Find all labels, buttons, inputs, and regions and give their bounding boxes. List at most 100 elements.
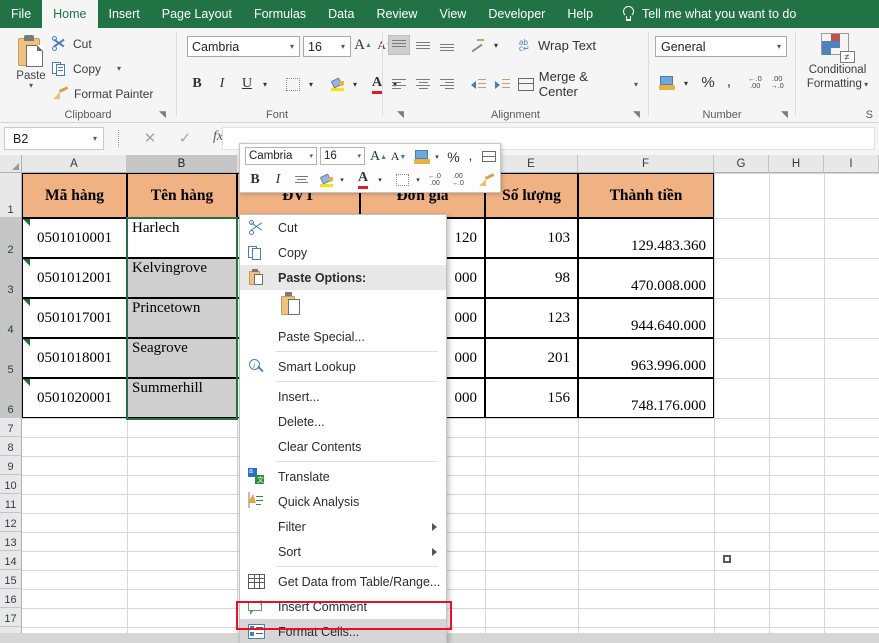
mini-borders-caret-icon[interactable]: ▾	[413, 172, 423, 187]
context-menu-item-insert-comment[interactable]: + Insert Comment	[240, 594, 446, 619]
mini-accounting-caret-icon[interactable]: ▾	[432, 149, 442, 164]
row-header-5[interactable]: 5	[0, 338, 22, 378]
underline-dropdown-caret-icon[interactable]: ▾	[259, 76, 271, 92]
cut-button[interactable]: Cut	[52, 36, 92, 51]
number-dialog-launcher[interactable]: ◥	[779, 109, 790, 120]
select-all-corner[interactable]	[0, 155, 22, 173]
context-menu-item-filter[interactable]: Filter	[240, 514, 446, 539]
paste-keep-formatting-icon[interactable]	[280, 292, 306, 320]
column-header-a[interactable]: A	[22, 155, 127, 173]
tab-help[interactable]: Help	[556, 0, 604, 28]
mini-increase-decimal-button[interactable]: ←.0.00	[428, 170, 448, 190]
context-menu-item-cut[interactable]: Cut	[240, 215, 446, 240]
cell-a5[interactable]: 0501018001	[22, 338, 127, 378]
mini-italic-button[interactable]: I	[269, 170, 287, 190]
orientation-dropdown-caret-icon[interactable]: ▾	[490, 37, 502, 53]
copy-dropdown-caret-icon[interactable]: ▾	[117, 65, 121, 72]
check-icon[interactable]: ✓	[175, 129, 195, 147]
cell-e5[interactable]: 201	[485, 338, 578, 378]
wrap-text-button[interactable]: abc↵ Wrap Text	[518, 35, 628, 55]
mini-accounting-format-button[interactable]	[412, 147, 432, 166]
number-format-caret-icon[interactable]: ▾	[777, 42, 781, 51]
tab-data[interactable]: Data	[317, 0, 365, 28]
accounting-dropdown-caret-icon[interactable]: ▾	[680, 75, 692, 91]
mini-font-name-input[interactable]: Cambria ▾	[245, 147, 317, 165]
context-menu-item-sort[interactable]: Sort	[240, 539, 446, 564]
mini-font-size-input[interactable]: 16 ▾	[320, 147, 365, 165]
row-header-10[interactable]: 10	[0, 475, 22, 494]
fill-color-button[interactable]	[327, 74, 347, 94]
context-menu-item-smart-lookup[interactable]: i Smart Lookup	[240, 354, 446, 379]
clipboard-dialog-launcher[interactable]: ◥	[157, 109, 168, 120]
borders-button[interactable]	[283, 74, 303, 94]
close-icon[interactable]: ✕	[140, 129, 160, 147]
increase-indent-button[interactable]	[491, 74, 513, 94]
alignment-dialog-launcher[interactable]: ◥	[631, 109, 642, 120]
row-header-8[interactable]: 8	[0, 437, 22, 456]
mini-increase-font-size-button[interactable]: A▲	[370, 147, 387, 166]
cell-e2[interactable]: 103	[485, 218, 578, 258]
mini-align-center-button[interactable]	[292, 170, 312, 190]
cell-f2[interactable]: 129.483.360	[578, 218, 714, 258]
cell-f3[interactable]: 470.008.000	[578, 258, 714, 298]
mini-comma-button[interactable]: ,	[464, 145, 477, 164]
tab-page-layout[interactable]: Page Layout	[151, 0, 243, 28]
number-format-select[interactable]: General ▾	[655, 36, 787, 57]
cell-b3[interactable]: Kelvingrove	[127, 258, 237, 298]
row-header-15[interactable]: 15	[0, 570, 22, 589]
cell-a2[interactable]: 0501010001	[22, 218, 127, 258]
font-name-caret-icon[interactable]: ▾	[290, 42, 294, 51]
orientation-button[interactable]	[467, 35, 489, 55]
cell-f1[interactable]: Thành tiền	[578, 173, 714, 218]
cell-e6[interactable]: 156	[485, 378, 578, 418]
cell-e4[interactable]: 123	[485, 298, 578, 338]
row-header-2[interactable]: 2	[0, 218, 22, 258]
align-bottom-button[interactable]	[436, 35, 458, 55]
mini-percent-button[interactable]: %	[445, 147, 462, 166]
paste-button[interactable]: Paste ▾	[8, 33, 54, 105]
align-right-button[interactable]	[436, 74, 458, 94]
italic-button[interactable]: I	[212, 74, 232, 94]
paste-dropdown-caret-icon[interactable]: ▾	[8, 82, 54, 89]
tell-me-box[interactable]: Tell me what you want to do	[604, 0, 796, 28]
column-header-i[interactable]: I	[824, 155, 879, 173]
tab-insert[interactable]: Insert	[98, 0, 151, 28]
font-size-caret-icon[interactable]: ▾	[341, 42, 345, 51]
cell-f4[interactable]: 944.640.000	[578, 298, 714, 338]
mini-bold-button[interactable]: B	[246, 170, 264, 190]
row-header-7[interactable]: 7	[0, 418, 22, 437]
align-left-button[interactable]	[388, 74, 410, 94]
align-top-button[interactable]	[388, 35, 410, 55]
merge-dropdown-caret-icon[interactable]: ▾	[634, 81, 638, 88]
row-header-1[interactable]: 1	[0, 173, 22, 218]
tab-home[interactable]: Home	[42, 0, 97, 28]
decrease-indent-button[interactable]	[467, 74, 489, 94]
name-box-caret-icon[interactable]: ▾	[93, 134, 97, 143]
context-menu-item-format-cells[interactable]: Format Cells...	[240, 619, 446, 643]
mini-fill-color-button[interactable]	[316, 170, 336, 190]
copy-button[interactable]: Copy ▾	[52, 61, 121, 76]
column-header-f[interactable]: F	[578, 155, 714, 173]
row-header-12[interactable]: 12	[0, 513, 22, 532]
column-header-h[interactable]: H	[769, 155, 824, 173]
context-menu-item-insert[interactable]: Insert...	[240, 384, 446, 409]
comma-style-button[interactable]: ,	[721, 70, 737, 92]
row-header-14[interactable]: 14	[0, 551, 22, 570]
font-name-input[interactable]: Cambria ▾	[187, 36, 300, 57]
context-menu-item-translate[interactable]: a 文 Translate	[240, 464, 446, 489]
mini-font-color-caret-icon[interactable]: ▾	[375, 172, 385, 187]
tab-developer[interactable]: Developer	[477, 0, 556, 28]
mini-decrease-font-size-button[interactable]: A▼	[390, 147, 407, 166]
bold-button[interactable]: B	[187, 74, 207, 94]
mini-borders-button[interactable]	[392, 170, 412, 190]
cell-b2[interactable]: Harlech	[127, 218, 237, 258]
conditional-formatting-caret-icon[interactable]: ▾	[862, 80, 868, 89]
row-header-16[interactable]: 16	[0, 589, 22, 608]
context-menu-item-delete[interactable]: Delete...	[240, 409, 446, 434]
context-menu-item-paste-special[interactable]: Paste Special...	[240, 324, 446, 349]
mini-fill-color-caret-icon[interactable]: ▾	[337, 172, 347, 187]
merge-center-button[interactable]: Merge & Center ▾	[518, 74, 638, 94]
increase-font-size-button[interactable]: A▲	[354, 35, 372, 55]
cell-a1[interactable]: Mã hàng	[22, 173, 127, 218]
cell-b6[interactable]: Summerhill	[127, 378, 237, 418]
